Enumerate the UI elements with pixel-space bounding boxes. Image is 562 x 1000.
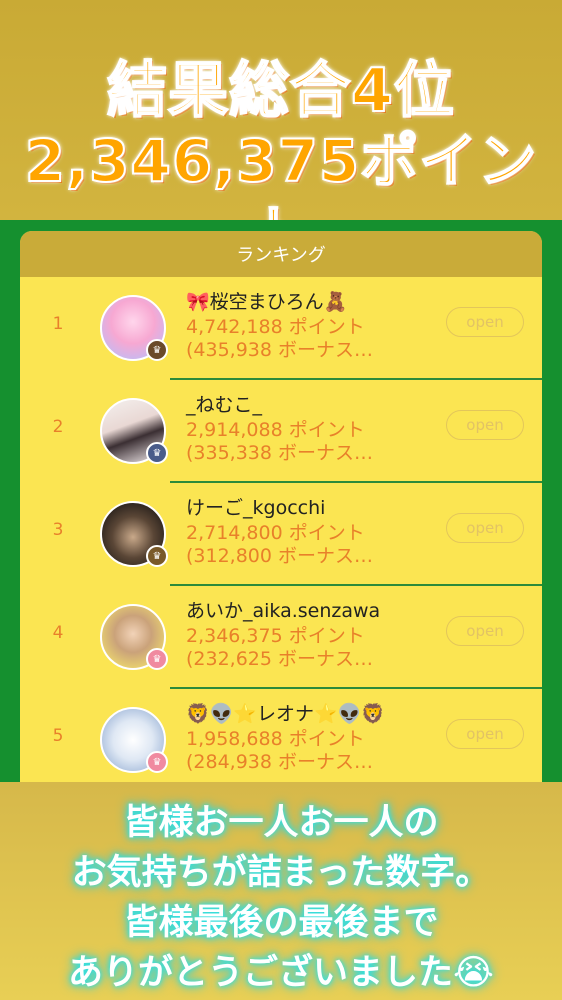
open-button[interactable]: open (446, 513, 524, 543)
crown-icon: ♛ (146, 545, 168, 567)
open-button[interactable]: open (446, 616, 524, 646)
rank-number: 1 (52, 314, 64, 334)
message-line-4: ありがとうございました😭 (68, 953, 494, 993)
message-banner: 皆様お一人お一人の お気持ちが詰まった数字。 皆様最後の最後まで ありがとうござ… (0, 782, 562, 1000)
ranking-row: 1 ♛ 🎀桜空まひろん🧸 4,742,188 ポイント (435,938 ボーナ… (20, 277, 542, 380)
crown-icon: ♛ (146, 648, 168, 670)
ranking-row: 4 ♛ あいか_aika.senzawa 2,346,375 ポイント (232… (20, 586, 542, 689)
ranking-row: 2 ♛ _ねむこ_ 2,914,088 ポイント (335,338 ボーナス… … (20, 380, 542, 483)
message-line-2: お気持ちが詰まった数字。 (71, 853, 491, 893)
open-button[interactable]: open (446, 307, 524, 337)
user-name: 🎀桜空まひろん🧸 (186, 291, 348, 313)
user-bonus: (284,938 ボーナス… (186, 751, 374, 773)
crown-icon: ♛ (146, 442, 168, 464)
rank-number: 5 (52, 726, 64, 746)
user-bonus: (232,625 ボーナス… (186, 648, 374, 670)
user-name: 🦁👽⭐レオナ⭐👽🦁 (186, 703, 385, 725)
headline-banner: 結果総合4位 2,346,375ポイント (0, 0, 562, 268)
open-button[interactable]: open (446, 410, 524, 440)
user-name: けーご_kgocchi (186, 497, 326, 519)
user-name: あいか_aika.senzawa (186, 600, 381, 622)
rank-number: 4 (52, 623, 64, 643)
ranking-panel: ランキング 1 ♛ 🎀桜空まひろん🧸 4,742,188 ポイント (435,9… (20, 231, 542, 791)
user-bonus: (435,938 ボーナス… (186, 339, 374, 361)
headline-rank: 結果総合4位 (106, 55, 455, 127)
user-bonus: (335,338 ボーナス… (186, 442, 374, 464)
rank-number: 2 (52, 417, 64, 437)
message-line-3: 皆様最後の最後まで (123, 903, 439, 943)
user-name: _ねむこ_ (186, 394, 263, 416)
ranking-row: 5 ♛ 🦁👽⭐レオナ⭐👽🦁 1,958,688 ポイント (284,938 ボー… (20, 689, 542, 791)
crown-icon: ♛ (146, 339, 168, 361)
crown-icon: ♛ (146, 751, 168, 773)
ranking-panel-title: ランキング (20, 231, 542, 277)
open-button[interactable]: open (446, 719, 524, 749)
ranking-row: 3 ♛ けーご_kgocchi 2,714,800 ポイント (312,800 … (20, 483, 542, 586)
rank-number: 3 (52, 520, 64, 540)
message-line-1: 皆様お一人お一人の (123, 803, 439, 843)
user-bonus: (312,800 ボーナス… (186, 545, 374, 567)
